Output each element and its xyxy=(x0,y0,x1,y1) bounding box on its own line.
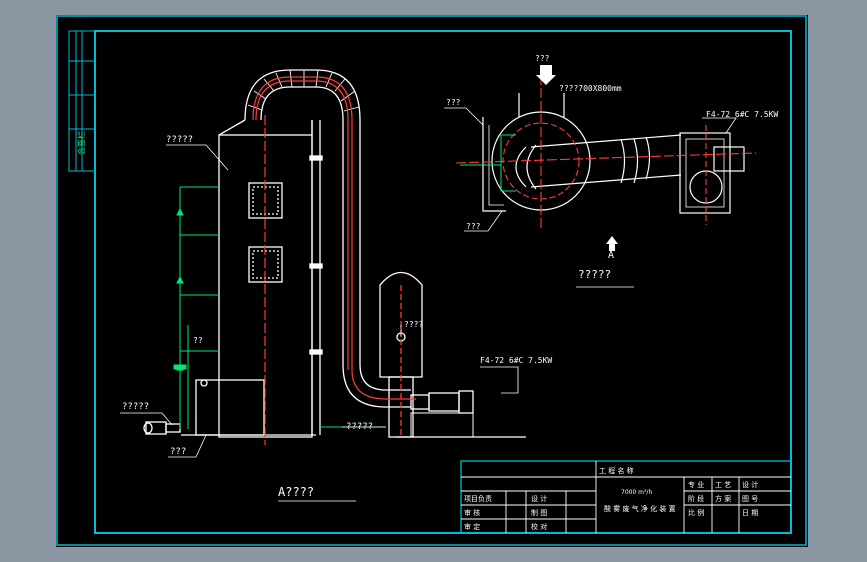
tb-row2-left: 审 核 xyxy=(464,508,480,517)
water-tank xyxy=(195,379,265,436)
countersign-strip: 会签栏 xyxy=(68,30,96,172)
outer-border xyxy=(56,15,807,546)
label-bottom-pipe: ????? xyxy=(346,422,373,432)
inner-border xyxy=(94,30,792,534)
cad-drawing: 会签栏 ????? ?? ????? ??? ????? ???? F4-72 … xyxy=(56,15,807,546)
tb-row1-left: 项目负责 xyxy=(464,494,492,503)
tb-scale: 比 例 xyxy=(688,508,704,517)
tb-specialty: 专 业 xyxy=(688,480,704,489)
plan-view xyxy=(482,93,745,214)
view-arrow-icon xyxy=(606,236,618,251)
fan-plan xyxy=(679,132,731,214)
countersign-label: 会签栏 xyxy=(76,131,86,155)
tb-stage: 阶 段 xyxy=(688,494,704,503)
tb-extra-1: 图 号 xyxy=(742,495,758,503)
label-base: ??? xyxy=(170,447,186,457)
tb-row2-mid: 制 图 xyxy=(531,508,547,517)
tb-design-stage: 设 计 xyxy=(742,480,758,489)
front-view-caption: A???? xyxy=(278,485,314,499)
label-inlet-size: ????700X800mm xyxy=(559,84,622,93)
fan-motor xyxy=(428,392,460,412)
label-tank-left: ????? xyxy=(122,402,149,412)
tb-drawing-title: 酸 雾 废 气 净 化 装 置 xyxy=(604,504,676,513)
tb-date: 日 期 xyxy=(742,509,758,517)
label-plan-fan-model: F4-72 6#C 7.5KW xyxy=(706,110,778,119)
tb-stage-value: 方 案 xyxy=(715,494,731,503)
drawing-sheet: 会签栏 ????? ?? ????? ??? ????? ???? F4-72 … xyxy=(56,15,808,547)
label-front-fan-model: F4-72 6#C 7.5KW xyxy=(480,356,552,365)
label-left-top: ??? xyxy=(446,98,461,107)
plan-view-caption: ????? xyxy=(578,268,611,281)
spray-piping xyxy=(173,186,386,429)
tb-row3-left: 审 定 xyxy=(464,522,480,531)
label-fan-body: ???? xyxy=(404,320,423,329)
front-view xyxy=(143,69,526,438)
label-pump: ?? xyxy=(193,336,203,345)
inlet-arrow-icon xyxy=(536,65,556,85)
tb-project-label: 工 程 名 称 xyxy=(599,466,634,475)
label-left-bottom: ??? xyxy=(466,222,481,231)
label-view-letter: A xyxy=(608,250,614,261)
tb-row3-mid: 校 对 xyxy=(531,522,547,531)
tb-specialty-value: 工 艺 xyxy=(715,481,731,489)
label-inlet-top: ??? xyxy=(535,54,550,63)
tb-capacity: 7000 m³/h xyxy=(621,489,652,496)
label-tower: ????? xyxy=(166,135,193,145)
tb-row1-mid: 设 计 xyxy=(531,494,547,503)
circulation-pump xyxy=(145,421,167,435)
